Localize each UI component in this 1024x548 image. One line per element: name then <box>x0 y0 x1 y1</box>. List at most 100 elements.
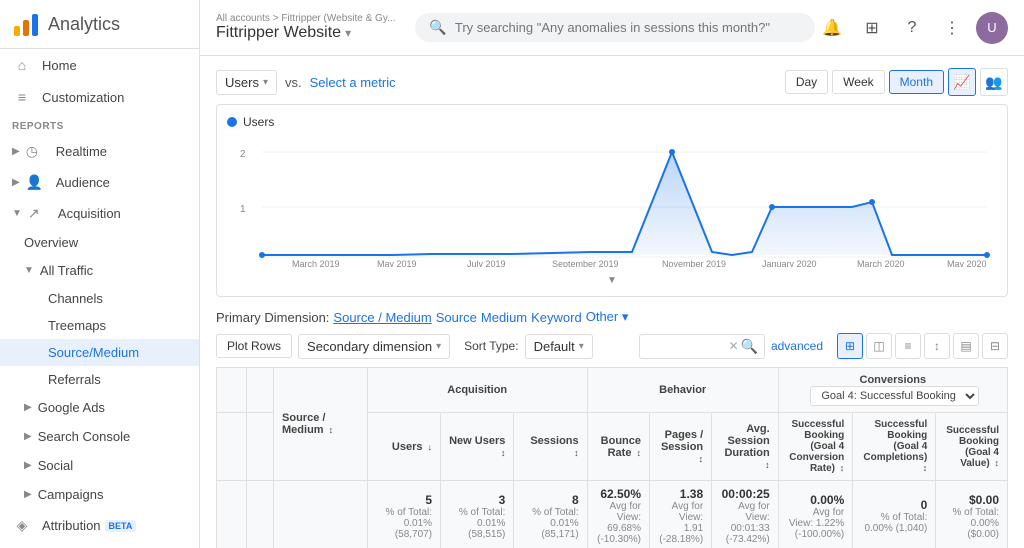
acquisition-arrow: ▼ <box>12 208 22 219</box>
col-avg-session-header[interactable]: Avg. Session Duration ↕ <box>712 413 779 481</box>
audience-arrow: ▶ <box>12 177 20 188</box>
total-value-cell: $0.00 % of Total: 0.00% ($0.00) <box>936 481 1008 548</box>
topbar: All accounts > Fittripper (Website & Gy.… <box>200 0 1024 56</box>
col-source-medium-header[interactable]: Source / Medium ↕ <box>274 368 368 481</box>
col-num-header <box>247 368 274 413</box>
search-icon: 🔍 <box>429 19 446 36</box>
sidebar-item-audience[interactable]: ▶ 👤 Audience <box>0 167 199 198</box>
sidebar-attribution-label: Attribution <box>42 518 101 533</box>
sidebar-channels-label: Channels <box>48 291 103 306</box>
dim-keyword[interactable]: Keyword <box>531 310 582 325</box>
col-value-header[interactable]: Successful Booking (Goal 4 Value) ↕ <box>936 413 1008 481</box>
col-checkbox-header <box>217 368 247 413</box>
notification-button[interactable]: 🔔 <box>816 12 848 44</box>
analytics-logo-icon <box>12 10 40 38</box>
secondary-dimension-dropdown[interactable]: Secondary dimension ▾ <box>298 334 450 359</box>
attribution-icon: ◈ <box>12 517 32 534</box>
col-behavior-header: Behavior <box>587 368 778 413</box>
period-day-button[interactable]: Day <box>785 70 828 94</box>
total-avg-session-cell: 00:00:25 Avg for View: 00:01:33 (-73.42%… <box>712 481 779 548</box>
table-view-button[interactable]: ⊞ <box>837 333 863 359</box>
total-bounce-rate-value: 62.50% <box>596 487 641 501</box>
sidebar-item-referrals[interactable]: Referrals <box>0 366 199 393</box>
sidebar-item-social[interactable]: ▶ Social <box>0 451 199 480</box>
realtime-arrow: ▶ <box>12 146 20 157</box>
app-logo[interactable]: Analytics <box>0 0 199 49</box>
sort-type-dropdown[interactable]: Default ▾ <box>525 334 593 359</box>
col-completions-header[interactable]: Successful Booking (Goal 4 Completions) … <box>853 413 936 481</box>
pivot-view-button[interactable]: ◫ <box>866 333 892 359</box>
sidebar-google-ads-label: Google Ads <box>38 400 105 415</box>
chart-expand-button[interactable]: ▼ <box>227 272 997 286</box>
sidebar-item-search-console[interactable]: ▶ Search Console <box>0 422 199 451</box>
table-search-clear-icon[interactable]: ✕ <box>728 339 738 353</box>
search-input[interactable] <box>455 20 802 35</box>
goal-dropdown[interactable]: Goal 4: Successful Booking <box>810 386 979 406</box>
sidebar-item-discover[interactable]: ◉ Discover <box>0 542 199 548</box>
svg-text:1: 1 <box>240 204 246 215</box>
col-sessions-header[interactable]: Sessions ↕ <box>514 413 587 481</box>
sidebar-customization-label: Customization <box>42 90 124 105</box>
col-pages-session-header[interactable]: Pages / Session ↕ <box>650 413 712 481</box>
comparison-view-button[interactable]: ≡ <box>895 333 921 359</box>
sort-arrow-source: ↕ <box>329 425 334 435</box>
dim-source[interactable]: Source <box>436 310 477 325</box>
col-users-header[interactable]: Users ↓ <box>367 413 440 481</box>
summary-view-button[interactable]: ⊟ <box>982 333 1008 359</box>
total-num-cell <box>247 481 274 548</box>
total-sessions-sub: % of Total: 0.01% (85,171) <box>522 507 578 540</box>
sidebar-item-source-medium[interactable]: Source/Medium <box>0 339 199 366</box>
apps-button[interactable]: ⊞ <box>856 12 888 44</box>
plot-rows-button[interactable]: Plot Rows <box>216 334 292 358</box>
advanced-link[interactable]: advanced <box>771 339 823 353</box>
reports-section-label: REPORTS <box>0 113 199 136</box>
dim-source-medium[interactable]: Source / Medium <box>333 310 431 325</box>
main-area: All accounts > Fittripper (Website & Gy.… <box>200 0 1024 548</box>
period-week-button[interactable]: Week <box>832 70 884 94</box>
sidebar-item-realtime[interactable]: ▶ ◷ Realtime <box>0 136 199 167</box>
user-avatar[interactable]: U <box>976 12 1008 44</box>
line-chart-button[interactable]: 📈 <box>948 68 976 96</box>
dim-other[interactable]: Other ▾ <box>586 309 629 325</box>
total-new-users-value: 3 <box>449 493 505 507</box>
help-button[interactable]: ? <box>896 12 928 44</box>
col-conv-rate-header[interactable]: Successful Booking (Goal 4 Conversion Ra… <box>778 413 853 481</box>
legend-dot-users <box>227 117 237 127</box>
total-value-value: $0.00 <box>944 493 999 507</box>
sidebar-item-treemaps[interactable]: Treemaps <box>0 312 199 339</box>
table-search-input[interactable]: thai <box>646 339 726 353</box>
sidebar-item-overview[interactable]: Overview <box>0 229 199 256</box>
sidebar-item-channels[interactable]: Channels <box>0 285 199 312</box>
sort-type-arrow: ▾ <box>579 341 584 352</box>
period-month-button[interactable]: Month <box>889 70 944 94</box>
sidebar-item-home[interactable]: ⌂ Home <box>0 49 199 81</box>
sidebar-all-traffic-label: All Traffic <box>40 263 93 278</box>
sidebar-item-campaigns[interactable]: ▶ Campaigns <box>0 480 199 509</box>
dim-other-arrow: ▾ <box>622 309 629 324</box>
sidebar-item-acquisition[interactable]: ▼ ↗ Acquisition <box>0 198 199 229</box>
total-pages-session-cell: 1.38 Avg for View: 1.91 (-28.18%) <box>650 481 712 548</box>
sidebar-overview-label: Overview <box>24 235 78 250</box>
more-button[interactable]: ⋮ <box>936 12 968 44</box>
select-metric-link[interactable]: Select a metric <box>310 75 396 90</box>
total-conv-rate-sub: Avg for View: 1.22% (-100.00%) <box>787 507 845 540</box>
bar-chart-button[interactable]: 👥 <box>980 68 1008 96</box>
breadcrumb: All accounts > Fittripper (Website & Gy.… <box>216 13 395 24</box>
sidebar-item-google-ads[interactable]: ▶ Google Ads <box>0 393 199 422</box>
account-selector[interactable]: Fittripper Website ▾ <box>216 24 395 42</box>
col-bounce-rate-header[interactable]: Bounce Rate ↕ <box>587 413 649 481</box>
dim-medium[interactable]: Medium <box>481 310 527 325</box>
bar-view-button[interactable]: ▤ <box>953 333 979 359</box>
term-cloud-button[interactable]: ↕ <box>924 333 950 359</box>
table-search-icon[interactable]: 🔍 <box>741 338 758 355</box>
sidebar-item-attribution[interactable]: ◈ Attribution BETA <box>0 509 199 542</box>
realtime-icon: ◷ <box>26 143 46 160</box>
metric-dropdown[interactable]: Users ▾ <box>216 70 277 95</box>
chart-view-buttons: Day Week Month 📈 👥 <box>785 68 1008 96</box>
col-new-users-header[interactable]: New Users ↕ <box>441 413 514 481</box>
sidebar-item-customization[interactable]: ≡ Customization <box>0 81 199 113</box>
sidebar-item-all-traffic[interactable]: ▼ All Traffic <box>0 256 199 285</box>
account-dropdown-arrow: ▾ <box>345 26 351 40</box>
social-arrow: ▶ <box>24 460 32 471</box>
search-bar[interactable]: 🔍 <box>415 13 815 42</box>
